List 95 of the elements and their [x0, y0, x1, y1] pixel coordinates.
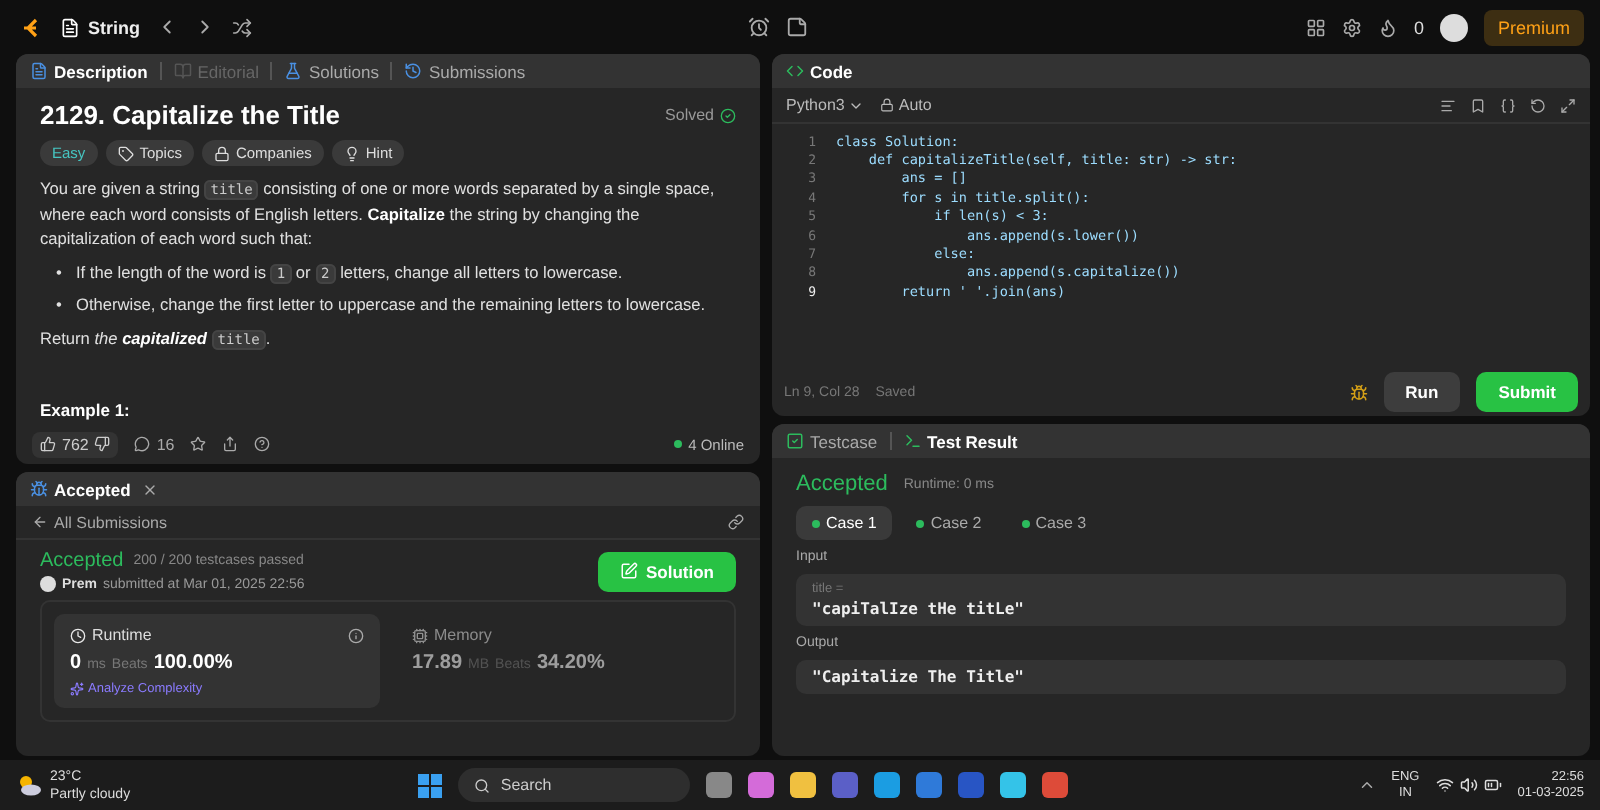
- submission-status: Accepted: [40, 550, 124, 572]
- input-value: "capiTalIze tHe titLe": [812, 600, 1026, 618]
- note-icon[interactable]: [786, 16, 809, 38]
- chip-icon: [412, 627, 428, 643]
- metric-value: 17.89: [412, 652, 463, 674]
- flask-icon: [284, 62, 303, 80]
- beats-percent: 100.00%: [153, 652, 233, 674]
- metric-label: Memory: [434, 626, 492, 644]
- statement-bullet: Otherwise, change the first letter to uppercase and the remaining letters to lowercase.: [76, 292, 706, 316]
- status-dot: [1021, 519, 1030, 527]
- lock-icon: [213, 145, 230, 161]
- share-icon[interactable]: [222, 436, 239, 452]
- solved-status: Solved: [665, 106, 736, 124]
- terminal-icon: [903, 432, 922, 450]
- weather-icon: [16, 774, 42, 796]
- wifi-icon[interactable]: [1435, 776, 1454, 794]
- language-select[interactable]: Python3: [786, 96, 865, 114]
- reset-icon[interactable]: [1530, 97, 1546, 113]
- help-icon[interactable]: [254, 436, 271, 452]
- app-icon[interactable]: [874, 772, 901, 798]
- info-icon[interactable]: [348, 627, 364, 643]
- flame-icon[interactable]: [1377, 17, 1398, 37]
- clock-icon: [70, 627, 86, 643]
- metric-value: 0: [70, 652, 82, 674]
- bug-icon: [30, 480, 48, 498]
- case-tab[interactable]: Case 3: [1005, 506, 1103, 540]
- panel-tab[interactable]: Test Result: [903, 431, 1018, 451]
- metric-label: Runtime: [92, 626, 152, 644]
- panel-tab[interactable]: Submissions: [404, 61, 526, 81]
- case-tab[interactable]: Case 2: [900, 506, 998, 540]
- close-icon[interactable]: [142, 481, 159, 497]
- avatar: [40, 576, 56, 592]
- chevron-up-icon[interactable]: [1357, 776, 1376, 794]
- battery-icon[interactable]: [1483, 776, 1502, 794]
- avatar[interactable]: [1439, 13, 1468, 41]
- debug-icon[interactable]: [1349, 383, 1368, 401]
- edit-icon: [620, 562, 638, 580]
- shuffle-icon[interactable]: [232, 17, 252, 37]
- streak-count: 0: [1413, 17, 1424, 37]
- status-dot: [812, 519, 820, 527]
- bullet-marker: •: [56, 260, 64, 286]
- link-icon[interactable]: [728, 514, 744, 530]
- checkbox-icon: [786, 432, 804, 450]
- app-icon[interactable]: [748, 772, 775, 798]
- braces-icon[interactable]: [1500, 97, 1516, 113]
- grid-icon[interactable]: [1305, 17, 1326, 37]
- status-dot: [916, 519, 925, 527]
- problem-title: 2129. Capitalize the Title: [40, 100, 341, 130]
- document-icon: [30, 62, 48, 80]
- panel-tab[interactable]: Testcase: [786, 431, 878, 451]
- app-icon[interactable]: [1042, 772, 1069, 798]
- case-tab[interactable]: Case 1: [796, 506, 893, 540]
- sparkle-icon: [70, 682, 84, 696]
- panel-tab[interactable]: Solutions: [284, 61, 379, 81]
- document-icon: [60, 17, 80, 37]
- arrow-left-icon: [32, 514, 48, 530]
- lightbulb-icon: [343, 145, 360, 161]
- panel-tab[interactable]: Code: [786, 61, 853, 81]
- example-heading: Example 1:: [40, 400, 132, 424]
- comment-icon: [134, 436, 151, 452]
- run-button[interactable]: Run: [1383, 372, 1461, 412]
- volume-icon[interactable]: [1459, 776, 1478, 794]
- lock-icon: [880, 98, 895, 112]
- panel-tab[interactable]: Accepted: [30, 479, 131, 499]
- beats-percent: 34.20%: [536, 652, 605, 674]
- format-icon[interactable]: [1440, 97, 1456, 113]
- bookmark-icon[interactable]: [1470, 97, 1486, 113]
- thumbs-down-icon[interactable]: [94, 436, 111, 452]
- panel-tab[interactable]: Description: [30, 61, 148, 81]
- problem-list-button[interactable]: String: [60, 17, 140, 37]
- result-status: Accepted: [796, 472, 888, 496]
- search-icon: [474, 777, 491, 793]
- book-icon: [173, 62, 192, 80]
- online-dot: [674, 440, 683, 448]
- taskbar-search[interactable]: Search: [458, 768, 691, 802]
- auto-mode[interactable]: Auto: [880, 96, 932, 114]
- tag-icon: [117, 145, 134, 161]
- start-button[interactable]: [418, 773, 443, 797]
- bullet-marker: •: [56, 292, 64, 316]
- settings-icon[interactable]: [1341, 17, 1362, 37]
- expand-icon[interactable]: [1560, 97, 1576, 113]
- app-icon[interactable]: [706, 772, 733, 798]
- output-value: "Capitalize The Title": [812, 668, 1026, 686]
- app-icon[interactable]: [790, 772, 817, 798]
- thumbs-up-icon: [40, 436, 56, 452]
- app-icon[interactable]: [1000, 772, 1027, 798]
- star-icon[interactable]: [190, 436, 207, 452]
- check-circle-icon: [720, 107, 736, 123]
- code-icon: [786, 62, 804, 80]
- history-icon: [404, 62, 423, 80]
- alarm-clock-icon[interactable]: [748, 16, 771, 38]
- back-link[interactable]: All Submissions: [32, 513, 167, 531]
- comments-button[interactable]: 16: [134, 435, 175, 453]
- premium-button[interactable]: Premium: [1483, 9, 1584, 45]
- like-button[interactable]: 762: [32, 431, 119, 457]
